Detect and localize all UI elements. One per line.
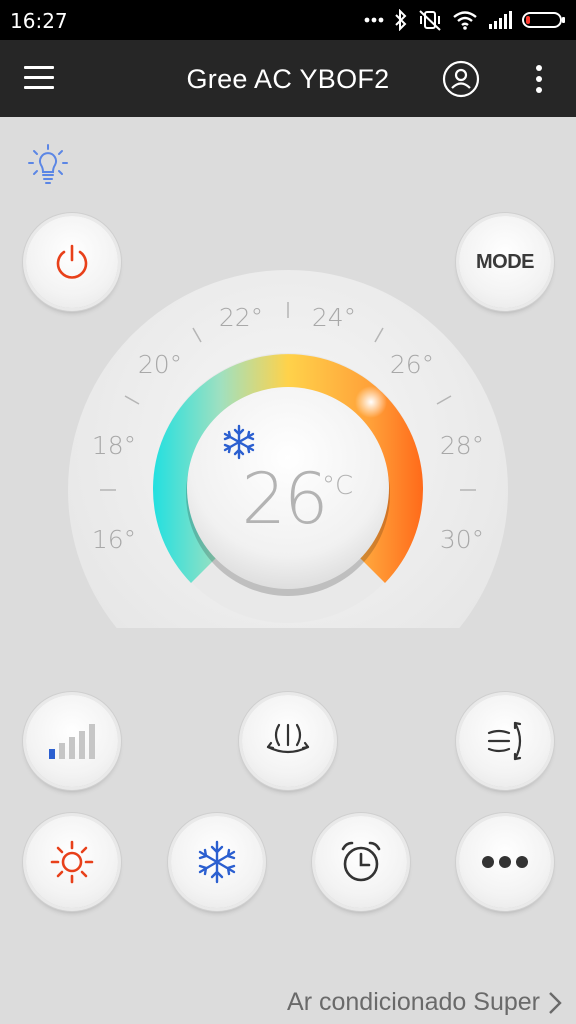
timer-button[interactable]	[315, 816, 407, 908]
account-icon[interactable]	[442, 60, 480, 98]
status-icons	[364, 8, 566, 32]
horizontal-swing-button[interactable]	[459, 695, 551, 787]
device-title: Gree AC YBOF2	[186, 64, 390, 94]
scale-label-24: 24°	[312, 303, 356, 332]
bluetooth-icon	[395, 9, 407, 31]
sun-heat-icon	[50, 840, 94, 884]
alarm-clock-icon	[341, 841, 381, 882]
temperature-value: 26	[241, 458, 326, 540]
heat-mode-button[interactable]	[26, 816, 118, 908]
scale-label-26: 26°	[390, 350, 434, 379]
horizontal-swing-icon	[487, 721, 522, 761]
footer-link[interactable]: Ar condicionado Super	[287, 988, 562, 1017]
scale-label-30: 30°	[440, 525, 484, 554]
scale-label-20: 20°	[138, 350, 182, 379]
fan-speed-button[interactable]	[26, 695, 118, 787]
scale-label-16: 16°	[92, 525, 136, 554]
scale-label-18: 18°	[92, 431, 136, 460]
vibrate-off-icon	[419, 10, 441, 31]
footer-link-label: Ar condicionado Super	[287, 988, 540, 1016]
vertical-swing-button[interactable]	[242, 695, 334, 787]
arc-highlight	[355, 386, 387, 418]
app-bar: Gree AC YBOF2	[0, 40, 576, 117]
scale-label-22: 22°	[219, 303, 263, 332]
wifi-icon	[453, 11, 477, 30]
more-dots-icon	[364, 17, 384, 23]
cool-mode-button[interactable]	[171, 816, 263, 908]
temperature-unit: °C	[322, 471, 353, 501]
status-bar: 16:27	[0, 0, 576, 40]
status-time: 16:27	[10, 9, 68, 33]
scale-label-28: 28°	[440, 431, 484, 460]
overflow-menu-icon[interactable]	[532, 64, 546, 94]
more-functions-button[interactable]	[459, 816, 551, 908]
fan-speed-icon	[49, 724, 95, 759]
lightbulb-icon[interactable]	[28, 143, 68, 189]
vertical-swing-icon	[266, 723, 310, 754]
battery-icon	[522, 12, 565, 28]
thermostat-dial[interactable]: 16° 18° 20° 22° 24° 26° 28° 30° 26 °C	[66, 268, 510, 628]
chevron-right-icon	[549, 991, 562, 1014]
snowflake-cool-icon	[198, 840, 236, 884]
signal-icon	[489, 11, 512, 29]
more-icon	[482, 856, 528, 868]
